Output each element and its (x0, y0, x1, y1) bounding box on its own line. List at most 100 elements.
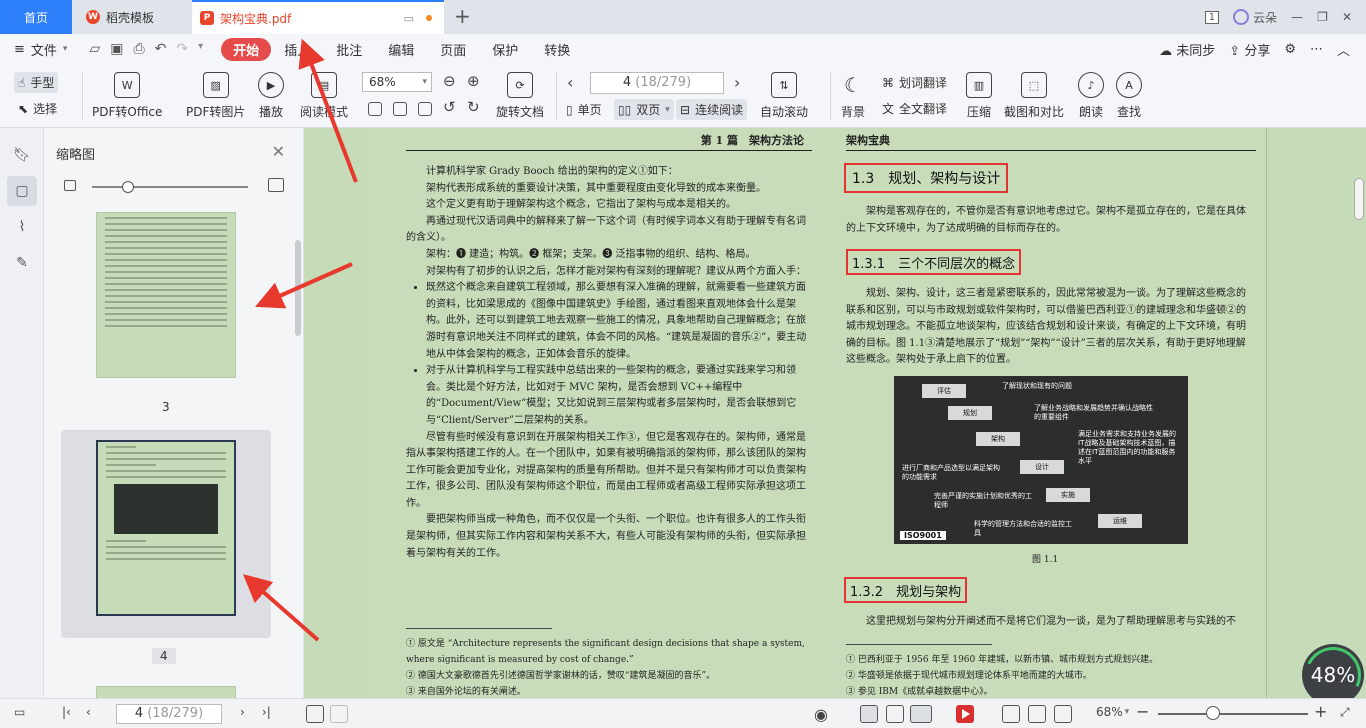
prev-page-icon[interactable]: ‹ (567, 73, 573, 92)
footnote-rule (406, 628, 552, 629)
double-view-icon[interactable] (910, 705, 932, 723)
open-folder-icon[interactable]: ▱ (89, 41, 100, 57)
fit-page-icon[interactable] (1028, 705, 1046, 723)
forward-view-icon[interactable] (330, 705, 348, 723)
tab-start[interactable]: 开始 (221, 37, 272, 61)
word-translate-button[interactable]: ⌘ 划词翻译 (882, 74, 947, 91)
rotate-left-icon[interactable]: ↺ (443, 98, 456, 116)
thumbnail-item-selected[interactable] (61, 430, 271, 638)
full-translate-button[interactable]: 文全文翻译 (882, 100, 947, 117)
background-button[interactable]: ☾ 背景 (840, 72, 866, 120)
file-menu[interactable]: ≡ 文件 ▾ (0, 40, 67, 59)
thumbnail-item[interactable] (61, 212, 271, 388)
bookmark-icon[interactable]: 🔖︎ (7, 140, 37, 170)
toggle-sidebar-icon[interactable]: ▭ (14, 705, 25, 719)
hand-tool-button[interactable]: ☝ 手型 (14, 72, 59, 93)
close-window-icon[interactable]: ✕ (1342, 10, 1352, 24)
single-view-icon[interactable] (886, 705, 904, 723)
slider-handle[interactable] (122, 181, 134, 193)
thumbnail-panel-icon[interactable]: ▢ (7, 176, 37, 206)
signature-icon[interactable]: ✎ (7, 248, 37, 278)
double-page-button[interactable]: ▯▯ 双页 ▾ (614, 99, 674, 120)
compress-button[interactable]: ▥ 压缩 (966, 72, 992, 120)
large-image-icon[interactable] (268, 178, 284, 192)
save-icon[interactable]: ▣ (110, 41, 123, 57)
rotate-document-button[interactable]: ⟳ 旋转文档 (496, 72, 544, 120)
actual-size-icon[interactable] (1002, 705, 1020, 723)
window-count-badge[interactable]: 1 (1204, 10, 1220, 24)
footnote: ① 巴西利亚于 1956 年至 1960 年建城，以新市镇、城市规划方式规划兴建… (846, 655, 1159, 665)
screenshot-compare-button[interactable]: ⬚ 截图和对比 (1004, 72, 1064, 120)
thumbnail-item[interactable] (61, 680, 271, 698)
next-page-icon[interactable]: › (240, 705, 245, 719)
actual-size-icon[interactable] (418, 102, 432, 116)
tab-insert[interactable]: 插入 (271, 40, 323, 59)
eye-protection-icon[interactable]: ◉ (814, 705, 828, 724)
ribbon-toolbar: ☝ 手型 ⬉ 选择 W PDF转Office ▨ PDF转图片 ▶ 播放 ▤ 阅读模… (0, 64, 1366, 128)
fit-width-icon[interactable] (393, 102, 407, 116)
rotate-right-icon[interactable]: ↻ (467, 98, 480, 116)
tab-home[interactable]: 首页 (0, 0, 72, 34)
close-panel-icon[interactable]: ✕ (272, 142, 285, 161)
print-icon[interactable]: ⎙ (133, 41, 144, 57)
more-options-icon[interactable]: ⋯ (1310, 42, 1323, 57)
more-chevron-icon[interactable]: ▾ (198, 41, 203, 57)
read-aloud-button[interactable]: ♪ 朗读 (1078, 72, 1104, 120)
thumbnail-scrollbar[interactable] (295, 240, 301, 336)
continuous-view-icon[interactable] (860, 705, 878, 723)
share-button[interactable]: ⇪ 分享 (1229, 40, 1270, 59)
tab-pdf-document[interactable]: P 架构宝典.pdf ▭ (192, 0, 444, 34)
zoom-level[interactable]: 68% ▾ (1096, 705, 1129, 719)
document-viewer[interactable]: 第 1 篇 架构方法论 计算机科学家 Grady Booch 给出的架构的定义①… (304, 128, 1366, 698)
pdf-to-image-button[interactable]: ▨ PDF转图片 (186, 72, 245, 120)
pdf-to-office-button[interactable]: W PDF转Office (92, 72, 162, 120)
fit-page-icon[interactable] (368, 102, 382, 116)
thumbnail-size-slider[interactable] (92, 186, 248, 188)
single-page-button[interactable]: ▯ 单页 (566, 101, 602, 118)
restore-icon[interactable]: ❐ (1317, 10, 1328, 24)
zoom-slider-handle[interactable] (1206, 706, 1220, 720)
tab-annotate[interactable]: 批注 (323, 40, 375, 59)
zoom-select[interactable]: 68% ▾ (362, 72, 432, 92)
read-mode-button[interactable]: ▤ 阅读模式 (300, 72, 348, 120)
user-account[interactable]: 云朵 (1233, 9, 1277, 26)
minimize-icon[interactable]: — (1291, 10, 1303, 24)
document-scrollbar[interactable] (1354, 178, 1364, 220)
continuous-reading-button[interactable]: ⊟ 连续阅读 (676, 99, 748, 120)
auto-scroll-button[interactable]: ⇅ 自动滚动 (760, 72, 808, 120)
tab-convert[interactable]: 转换 (531, 40, 583, 59)
sync-status[interactable]: ☁ 未同步 (1159, 40, 1215, 59)
zoom-slider[interactable] (1158, 713, 1308, 715)
tab-edit[interactable]: 编辑 (375, 40, 427, 59)
settings-gear-icon[interactable]: ⚙ (1284, 42, 1296, 57)
play-button[interactable]: ▶ 播放 (258, 72, 284, 120)
tab-template[interactable]: W 稻壳模板 (76, 0, 188, 34)
next-page-icon[interactable]: › (734, 73, 740, 92)
fullscreen-icon[interactable]: ⤢ (1340, 705, 1350, 720)
first-page-icon[interactable]: |‹ (62, 705, 71, 719)
back-view-icon[interactable] (306, 705, 324, 723)
play-slideshow-icon[interactable] (956, 705, 974, 723)
undo-icon[interactable]: ↶ (155, 41, 167, 57)
page-number-input[interactable]: 4 (18/279) (590, 72, 724, 94)
zoom-level-value: 68% (1096, 705, 1123, 719)
monitor-icon[interactable]: ▭ (404, 12, 414, 25)
new-tab-button[interactable]: + (454, 4, 471, 28)
status-page-input[interactable]: 4 (18/279) (116, 704, 222, 724)
tab-page[interactable]: 页面 (427, 40, 479, 59)
zoom-percentage-badge[interactable]: 48% (1302, 644, 1364, 706)
find-button[interactable]: A 查找 (1116, 72, 1142, 120)
last-page-icon[interactable]: ›| (262, 705, 271, 719)
zoom-out-icon[interactable]: − (1136, 702, 1149, 721)
small-image-icon[interactable] (64, 180, 76, 191)
zoom-out-icon[interactable]: ⊖ (443, 72, 456, 90)
collapse-ribbon-icon[interactable]: ︿ (1337, 40, 1350, 59)
select-tool-button[interactable]: ⬉ 选择 (18, 100, 57, 117)
prev-page-icon[interactable]: ‹ (86, 705, 91, 719)
fit-width-icon[interactable] (1054, 705, 1072, 723)
attachment-icon[interactable]: ⌇ (7, 212, 37, 242)
tab-protect[interactable]: 保护 (479, 40, 531, 59)
redo-icon[interactable]: ↷ (176, 41, 188, 57)
zoom-in-icon[interactable]: + (1314, 702, 1327, 721)
zoom-in-icon[interactable]: ⊕ (467, 72, 480, 90)
